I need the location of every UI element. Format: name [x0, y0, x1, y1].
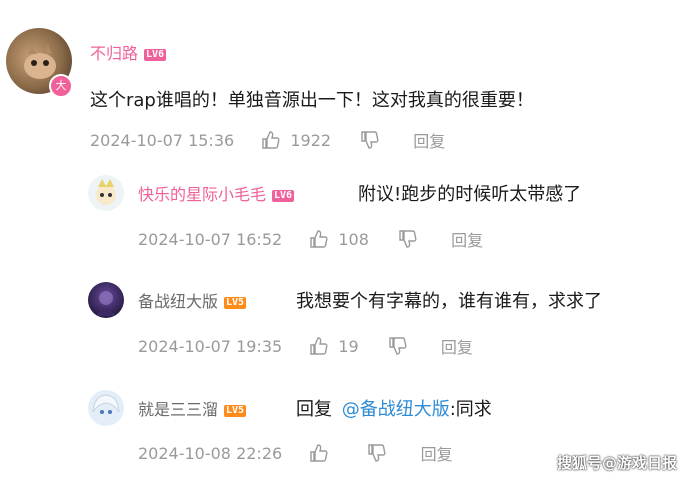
thumbs-up-icon[interactable]	[309, 229, 329, 249]
level-badge: LV5	[224, 296, 247, 309]
thumbs-down-icon[interactable]	[367, 443, 387, 463]
reply-button[interactable]: 回复	[413, 128, 445, 152]
like-count: 1922	[290, 130, 332, 150]
like-button[interactable]	[309, 443, 338, 464]
thumbs-up-icon[interactable]	[309, 336, 329, 356]
timestamp: 2024-10-07 15:36	[90, 130, 235, 150]
reply-prefix: 回复	[296, 399, 332, 420]
watermark: 搜狐号@游戏日报	[556, 454, 677, 472]
like-button[interactable]: 1922	[261, 130, 331, 151]
level-badge: LV6	[272, 189, 295, 202]
comment-text: 附议!跑步的时候听太带感了	[358, 184, 582, 205]
timestamp: 2024-10-07 16:52	[138, 229, 283, 249]
thumbs-down-icon[interactable]	[360, 130, 380, 150]
timestamp: 2024-10-08 22:26	[138, 443, 283, 463]
level-badge: LV5	[224, 404, 247, 417]
avatar[interactable]	[88, 282, 124, 318]
avatar[interactable]	[88, 390, 124, 426]
timestamp: 2024-10-07 19:35	[138, 336, 283, 356]
reply-button[interactable]: 回复	[441, 334, 473, 358]
reply-suffix: :同求	[449, 399, 492, 420]
comment-meta: 2024-10-07 15:36 1922 回复	[90, 128, 445, 152]
dislike-button[interactable]	[367, 443, 387, 464]
comment-text: 这个rap谁唱的！单独音源出一下！这对我真的很重要！	[90, 90, 534, 111]
like-count: 108	[338, 229, 369, 249]
thumbs-up-icon[interactable]	[309, 443, 329, 463]
comment-text: 回复 @备战纽大版:同求	[296, 395, 492, 421]
white-hair-character-avatar-image	[92, 394, 120, 414]
big-member-badge: 大	[49, 74, 73, 98]
character-avatar-image	[96, 179, 116, 205]
like-button[interactable]: 19	[309, 336, 359, 357]
dislike-button[interactable]	[360, 130, 380, 151]
comment-meta: 2024-10-07 16:52 108 回复	[138, 227, 483, 251]
username[interactable]: 就是三三溜 LV5	[138, 396, 247, 420]
username[interactable]: 备战纽大版 LV5	[138, 288, 247, 312]
mention-link[interactable]: @备战纽大版	[342, 399, 450, 420]
thumbs-up-icon[interactable]	[261, 130, 281, 150]
reply-button[interactable]: 回复	[451, 227, 483, 251]
dark-character-avatar-image	[96, 291, 116, 316]
thumbs-down-icon[interactable]	[388, 336, 408, 356]
dislike-button[interactable]	[388, 336, 408, 357]
thumbs-down-icon[interactable]	[398, 229, 418, 249]
username[interactable]: 不归路 LV6	[90, 40, 167, 64]
reply-button[interactable]: 回复	[421, 441, 453, 465]
level-badge: LV6	[144, 48, 167, 61]
comment-text: 我想要个有字幕的，谁有谁有，求求了	[296, 291, 602, 312]
comment-meta: 2024-10-08 22:26 回复	[138, 441, 453, 465]
dislike-button[interactable]	[398, 229, 418, 250]
like-count: 19	[338, 336, 359, 356]
comment-meta: 2024-10-07 19:35 19 回复	[138, 334, 473, 358]
like-button[interactable]: 108	[309, 229, 369, 250]
username[interactable]: 快乐的星际小毛毛 LV6	[138, 181, 295, 205]
avatar[interactable]	[88, 175, 124, 211]
